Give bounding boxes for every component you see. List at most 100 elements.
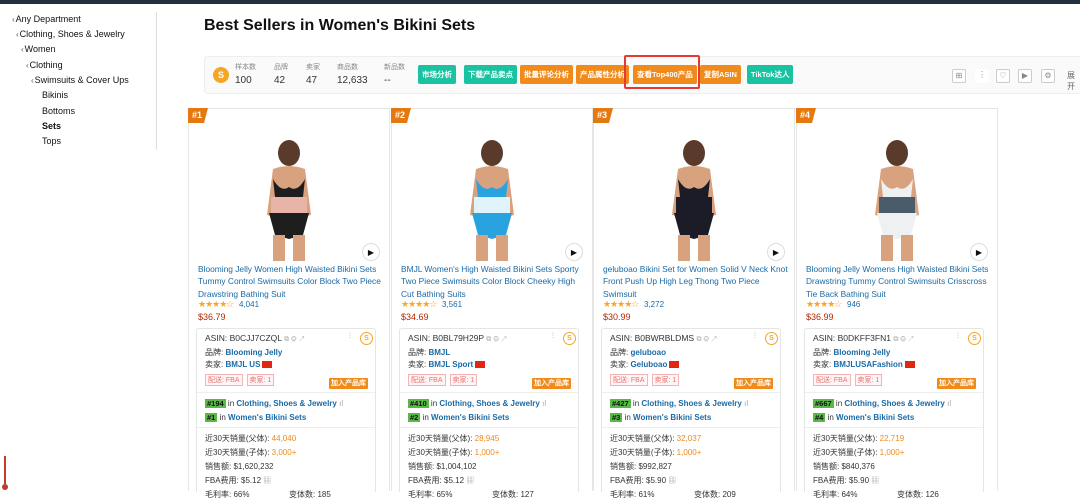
product-card[interactable]: #1 ▶ Blooming Jelly Women High Waisted B… [188,108,390,499]
category-link[interactable]: Clothing, Shoes & Jewelry [641,399,741,408]
subcategory-link[interactable]: Women's Bikini Sets [633,413,711,422]
chart-icon[interactable]: ıl [947,399,951,408]
product-title-link[interactable]: BMJL Women's High Waisted Bikini Sets Sp… [401,263,589,300]
copy-icon[interactable]: ⧉ ⚙ ↗ [486,336,506,343]
brand-link[interactable]: Blooming Jelly [833,348,890,357]
brand-link[interactable]: geluboao [630,348,666,357]
brand-link[interactable]: BMJL [428,348,450,357]
more-vertical-icon[interactable]: ⋮ [550,332,556,339]
more-vertical-icon[interactable]: ⋮ [955,332,961,339]
product-image[interactable] [837,135,957,261]
add-to-library-button[interactable]: 加入产品库 [329,378,368,389]
chart-icon[interactable]: ıl [542,399,546,408]
add-to-library-button[interactable]: 加入产品库 [937,378,976,389]
chart-icon[interactable]: ıl [744,399,748,408]
sidebar-item-clothing[interactable]: ‹Clothing [26,60,63,70]
review-count-link[interactable]: 4,041 [239,300,259,309]
star-rating[interactable]: ★★★★☆ [806,299,842,310]
sidebar-item-sets[interactable]: Sets [42,121,61,131]
product-card[interactable]: #4 ▶ Blooming Jelly Womens High Waisted … [796,108,998,499]
product-title-link[interactable]: Blooming Jelly Women High Waisted Bikini… [198,263,386,300]
asin-row: ASIN: B0CJJ7CZQL ⧉ ⚙ ↗ [205,333,305,343]
sidebar-item-swimsuits[interactable]: ‹Swimsuits & Cover Ups [31,75,129,85]
copy-icon[interactable]: ⧉ ⚙ ↗ [284,336,304,343]
revenue-row: 销售额: $1,004,102 [408,462,477,471]
seller-link[interactable]: BMJL US [225,360,260,369]
batch-review-analysis-button[interactable]: 批量评论分析 [520,65,573,84]
heart-icon[interactable]: ♡ [996,69,1010,83]
asin-value[interactable]: B0DKFF3FN1 [838,333,891,343]
more-vertical-icon[interactable]: ⋮ [752,332,758,339]
tiktok-influencer-button[interactable]: TikTok达人 [747,65,794,84]
asin-value[interactable]: B0BWRBLDMS [635,333,695,343]
category-link[interactable]: Clothing, Shoes & Jewelry [439,399,539,408]
sidebar-item-tops[interactable]: Tops [42,136,61,146]
highlight-box [624,55,700,89]
asin-value[interactable]: B0BL79H29P [433,333,484,343]
copy-icon[interactable]: ⧉ ⚙ ↗ [893,336,913,343]
product-title-link[interactable]: geluboao Bikini Set for Women Solid V Ne… [603,263,791,300]
asin-value[interactable]: B0CJJ7CZQL [230,333,282,343]
play-video-icon[interactable]: ▶ [362,243,380,261]
product-image[interactable] [229,135,349,261]
copy-asin-button[interactable]: 复制ASIN [700,65,741,84]
seller-link[interactable]: Geluboao [630,360,667,369]
seller-link[interactable]: BMJL Sport [428,360,473,369]
calculator-icon[interactable]: ▦ [466,476,474,485]
add-to-library-button[interactable]: 加入产品库 [734,378,773,389]
star-rating[interactable]: ★★★★☆ [198,299,234,310]
copy-icon[interactable]: ⧉ ⚙ ↗ [696,336,716,343]
video-icon[interactable]: ▶ [1018,69,1032,83]
subcategory-link[interactable]: Women's Bikini Sets [836,413,914,422]
expand-toggle[interactable]: 展开 [1067,70,1080,92]
plugin-logo-icon[interactable]: S [213,67,229,83]
more-vertical-icon[interactable]: ⋮ [975,69,989,83]
product-image[interactable] [432,135,552,261]
seller-link[interactable]: BMJLUSAFashion [833,360,902,369]
play-video-icon[interactable]: ▶ [565,243,583,261]
review-count-link[interactable]: 946 [847,300,860,309]
settings-icon[interactable]: ⚙ [1041,69,1055,83]
category-link[interactable]: Clothing, Shoes & Jewelry [236,399,336,408]
review-count-link[interactable]: 3,272 [644,300,664,309]
product-card[interactable]: #2 ▶ BMJL Women's High Waisted Bikini Se… [391,108,593,499]
chevron-left-icon: ‹ [16,30,19,39]
plugin-logo-icon[interactable]: S [360,332,373,345]
product-card[interactable]: #3 ▶ geluboao Bikini Set for Women Solid… [593,108,795,499]
category-link[interactable]: Clothing, Shoes & Jewelry [844,399,944,408]
sidebar-item-bikinis[interactable]: Bikinis [42,90,68,100]
review-count-link[interactable]: 3,561 [442,300,462,309]
grid-icon[interactable]: ⊞ [952,69,966,83]
play-video-icon[interactable]: ▶ [767,243,785,261]
product-attribute-analysis-button[interactable]: 产品属性分析 [576,65,629,84]
sidebar-item-clothing-shoes-jewelry[interactable]: ‹Clothing, Shoes & Jewelry [16,29,125,39]
more-vertical-icon[interactable]: ⋮ [347,332,353,339]
plugin-logo-icon[interactable]: S [765,332,778,345]
download-selling-points-button[interactable]: 下载产品卖点 [464,65,517,84]
sales-parent-row: 近30天销量(父体): 44,040 [205,434,297,443]
sidebar-item-any-department[interactable]: ‹Any Department [12,14,81,24]
subcategory-link[interactable]: Women's Bikini Sets [431,413,509,422]
plugin-logo-icon[interactable]: S [563,332,576,345]
market-analysis-button[interactable]: 市场分析 [418,65,456,84]
star-rating[interactable]: ★★★★☆ [401,299,437,310]
brand-link[interactable]: Blooming Jelly [225,348,282,357]
chart-icon[interactable]: ıl [339,399,343,408]
product-image[interactable] [634,135,754,261]
divider [400,427,578,428]
plugin-logo-icon[interactable]: S [968,332,981,345]
calculator-icon[interactable]: ▦ [263,476,271,485]
product-title-link[interactable]: Blooming Jelly Womens High Waisted Bikin… [806,263,994,300]
sidebar-item-bottoms[interactable]: Bottoms [42,106,75,116]
play-video-icon[interactable]: ▶ [970,243,988,261]
subcategory-link[interactable]: Women's Bikini Sets [228,413,306,422]
subcategory-rank-row: #1 in Women's Bikini Sets [205,413,307,422]
calculator-icon[interactable]: ▦ [668,476,676,485]
calculator-icon[interactable]: ▦ [871,476,879,485]
china-flag-icon [669,361,680,369]
sidebar-item-women[interactable]: ‹Women [21,44,56,54]
divider [602,392,780,393]
revenue-row: 销售额: $992,827 [610,462,672,471]
star-rating[interactable]: ★★★★☆ [603,299,639,310]
add-to-library-button[interactable]: 加入产品库 [532,378,571,389]
